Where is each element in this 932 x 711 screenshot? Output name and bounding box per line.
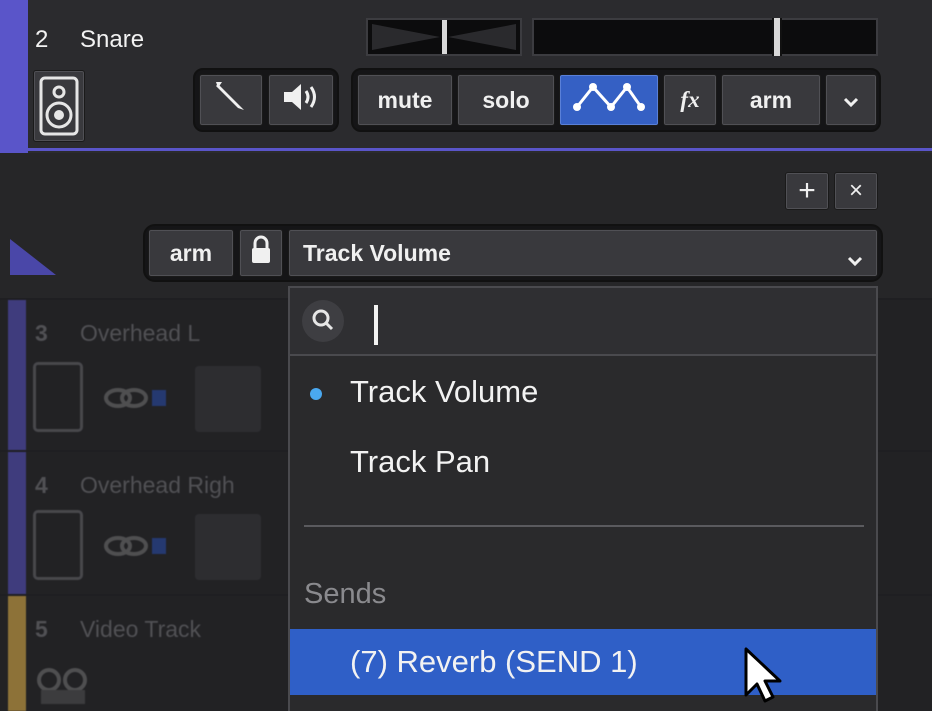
speaker-button[interactable] [268,74,334,126]
menu-divider [304,525,864,527]
track-color-strip [0,0,28,153]
track-color-strip [8,596,26,711]
menu-item-label: Track Volume [350,374,539,409]
audio-track-icon[interactable] [33,362,83,432]
arm-button[interactable]: arm [721,74,821,126]
pencil-button[interactable] [195,366,261,432]
pencil-icon [214,80,248,120]
lock-icon [250,235,272,271]
pencil-button[interactable] [199,74,263,126]
track-divider [28,148,932,151]
video-track-icon[interactable] [33,666,103,706]
track-number: 4 [35,472,48,498]
link-icon[interactable] [100,528,170,564]
track-menu-button[interactable] [825,74,877,126]
close-lane-button[interactable]: × [834,172,878,210]
automation-lane: + × arm Track Volume [0,153,932,298]
volume-fader[interactable] [532,18,878,56]
pencil-button[interactable] [195,514,261,580]
lane-lock-button[interactable] [239,229,283,277]
speaker-icon [281,81,321,119]
automation-icon [571,79,647,121]
track-color-strip [8,452,26,594]
search-bar [290,288,876,356]
menu-item-track-volume[interactable]: Track Volume [290,368,876,418]
solo-button[interactable]: solo [457,74,555,126]
section-header-sends: Sends [304,578,387,610]
track-number: 5 [35,616,48,642]
audio-track-icon[interactable] [33,70,85,142]
add-lane-button[interactable]: + [785,172,829,210]
fx-button[interactable]: fx [663,74,717,126]
menu-item-track-pan[interactable]: Track Pan [290,438,876,488]
search-icon [302,300,344,342]
chevron-down-icon [843,87,859,114]
automation-button[interactable] [559,74,659,126]
snare-track-header[interactable]: 2 Snare mute solo fx arm [0,0,932,153]
track-name[interactable]: Overhead L [80,320,200,347]
chevron-down-icon [847,246,863,273]
text-cursor [374,305,378,345]
selected-dot-icon [310,388,322,400]
menu-item-label: Track Pan [350,444,491,479]
track-number: 3 [35,320,48,346]
track-name[interactable]: Video Track [80,616,201,643]
link-icon[interactable] [100,380,170,416]
track-color-strip [8,300,26,450]
track-number: 2 [35,26,49,53]
mouse-pointer-icon [740,645,790,705]
track-name[interactable]: Overhead Righ [80,472,235,499]
input-meter [366,18,522,56]
search-input[interactable] [362,298,862,344]
fader-handle[interactable] [772,18,782,56]
lane-corner-marker [8,237,58,277]
mute-button[interactable]: mute [357,74,453,126]
track-name[interactable]: Snare [80,26,144,54]
menu-item-label: (7) Reverb (SEND 1) [350,644,638,679]
audio-track-icon[interactable] [33,510,83,580]
parameter-select[interactable]: Track Volume [288,229,878,277]
lane-arm-button[interactable]: arm [148,229,234,277]
parameter-select-value: Track Volume [303,239,451,266]
